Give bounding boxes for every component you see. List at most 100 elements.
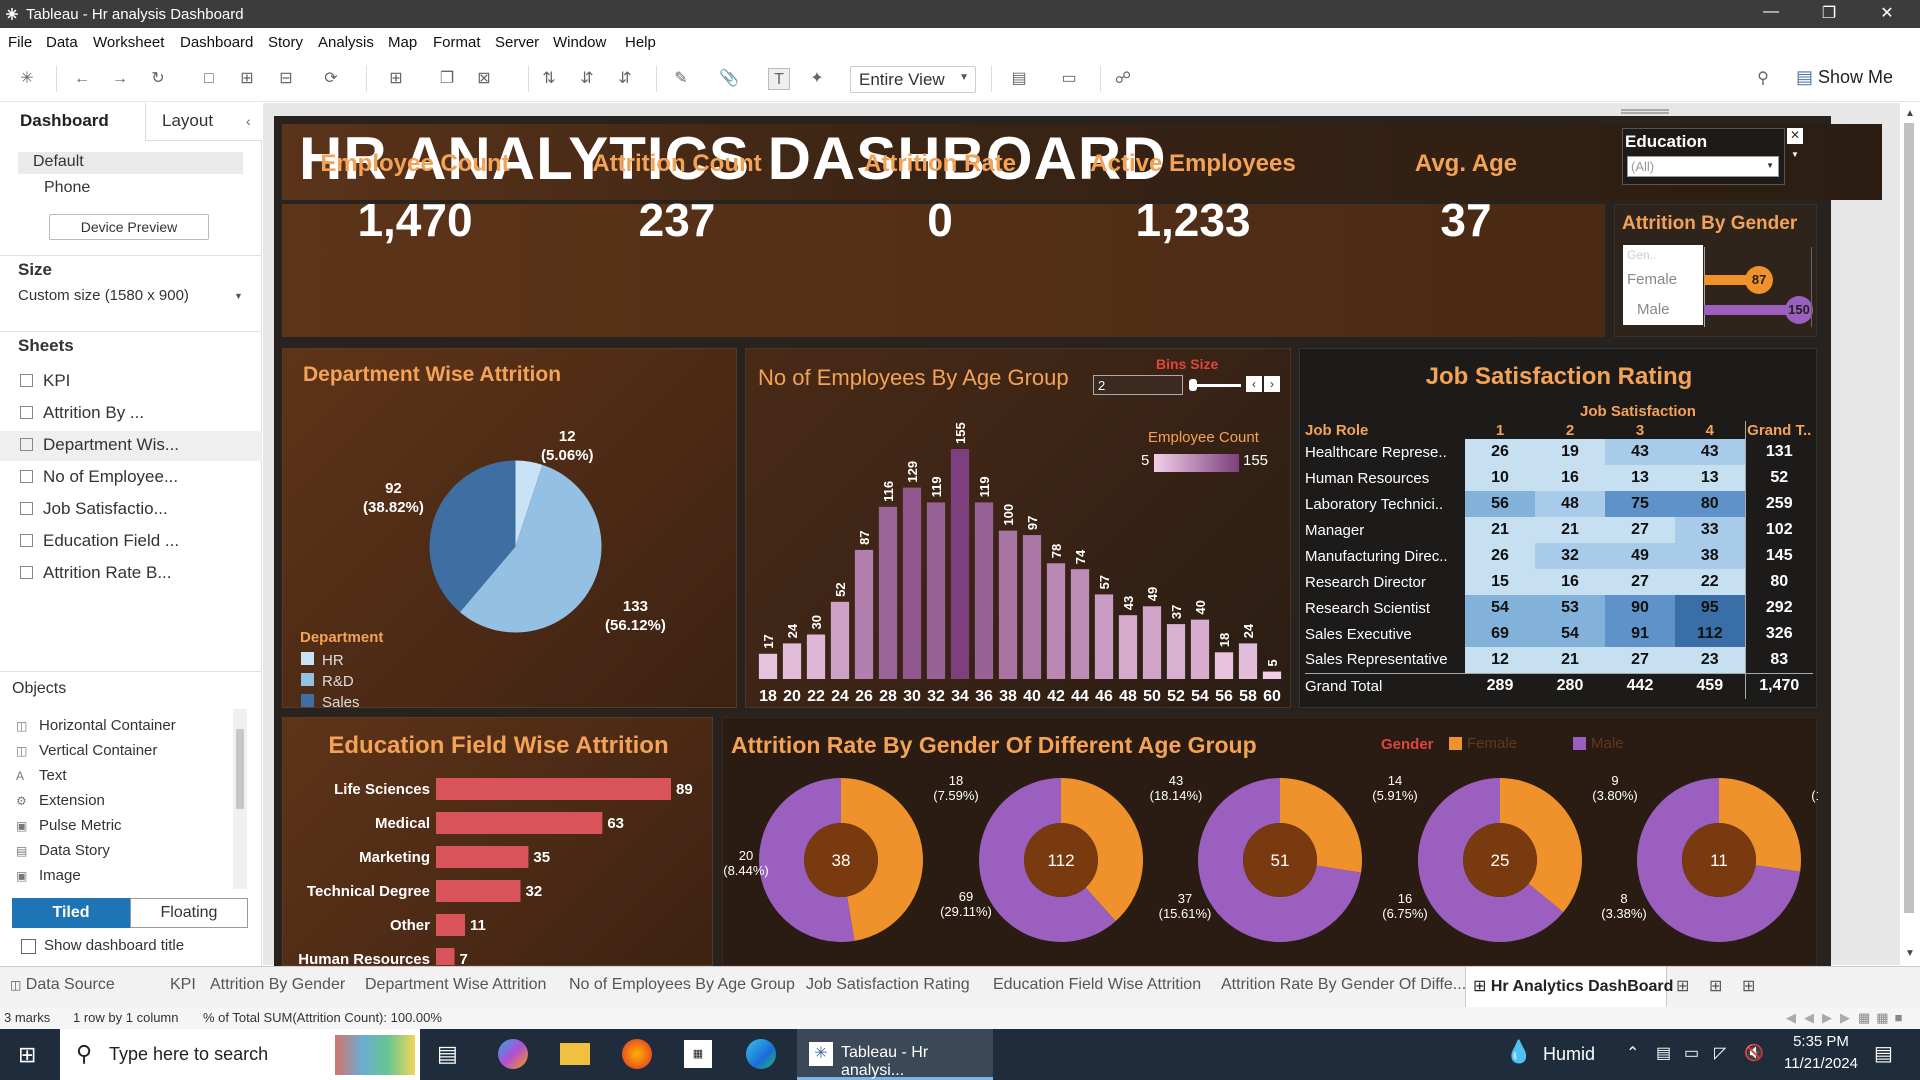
replay-icon[interactable]: ↻	[147, 68, 169, 90]
tab-department-wise[interactable]: Department Wise Attrition	[365, 976, 546, 994]
heatmap-cell[interactable]: 13	[1675, 465, 1745, 491]
grand-total-row[interactable]: Grand Total 289 280 442 459 1,470	[1305, 673, 1813, 699]
size-chevron-icon[interactable]: ▼	[234, 291, 243, 301]
row-total-cell[interactable]: 292	[1744, 595, 1813, 621]
show-me-button[interactable]: ▤ Show Me	[1796, 67, 1893, 88]
row-total-cell[interactable]: 145	[1744, 543, 1813, 569]
restore-icon[interactable]: ❐	[1814, 3, 1844, 23]
show-title-checkbox[interactable]	[21, 939, 36, 954]
tab-data-source[interactable]: ◫ Data Source	[10, 976, 115, 994]
edge-icon[interactable]	[746, 1039, 776, 1069]
legend-item[interactable]: HR	[301, 650, 360, 671]
heatmap-cell[interactable]: 10	[1465, 465, 1535, 491]
heatmap-cell[interactable]: 21	[1465, 517, 1535, 543]
redo-icon[interactable]: →	[109, 68, 131, 90]
table-row[interactable]: Healthcare Represe.. 26 19 43 43 131	[1305, 439, 1813, 465]
wifi-icon[interactable]: ◸	[1714, 1043, 1726, 1063]
scroll-down-icon[interactable]: ▼	[1905, 948, 1915, 959]
heatmap-cell[interactable]: 27	[1605, 569, 1675, 595]
row-total-cell[interactable]: 80	[1744, 569, 1813, 595]
menu-data[interactable]: Data	[46, 34, 78, 51]
show-cards-icon[interactable]: ▤	[1008, 68, 1030, 90]
object-image[interactable]: ▣ Image	[16, 867, 81, 884]
gender-donut-charts[interactable]: 38 18(7.59%) 20(8.44%) 112 43(18.14%) 69(29.1…	[723, 718, 1818, 967]
education-bar-chart[interactable]: Life Sciences 89 Medical 63 Marketing 35 Techn…	[283, 718, 713, 966]
clock-time[interactable]: 5:35 PM	[1776, 1033, 1866, 1050]
undo-icon[interactable]: ←	[71, 68, 93, 90]
drag-handle[interactable]	[1621, 109, 1669, 114]
objects-scrollbar[interactable]	[233, 709, 247, 889]
weather-label[interactable]: Humid	[1543, 1044, 1595, 1065]
heatmap-cell[interactable]: 90	[1605, 595, 1675, 621]
scroll-up-icon[interactable]: ▲	[1905, 108, 1915, 119]
firefox-icon[interactable]	[622, 1039, 652, 1069]
chevron-up-icon[interactable]: ⌃	[1626, 1043, 1639, 1063]
menu-window[interactable]: Window	[553, 34, 606, 51]
heatmap-cell[interactable]: 22	[1675, 569, 1745, 595]
tab-attrition-rate-gender[interactable]: Attrition Rate By Gender Of Diffe...	[1221, 976, 1466, 994]
heatmap-cell[interactable]: 112	[1675, 621, 1745, 647]
taskbar-tableau-app[interactable]: ✳ Tableau - Hr analysi...	[797, 1029, 993, 1080]
object-vertical-container[interactable]: ◫ Vertical Container	[16, 742, 157, 759]
minimize-icon[interactable]: —	[1756, 3, 1786, 21]
volume-icon[interactable]: 🔇	[1744, 1043, 1764, 1063]
sheet-item[interactable]: Department Wis...	[20, 435, 179, 455]
menu-help[interactable]: Help	[625, 34, 656, 51]
sort-descending-icon[interactable]: ⇵	[614, 68, 636, 90]
menu-file[interactable]: File	[8, 34, 32, 51]
row-total-cell[interactable]: 259	[1744, 491, 1813, 517]
meet-icon[interactable]: ▤	[1656, 1043, 1671, 1063]
tab-attrition-by-gender[interactable]: Attrition By Gender	[210, 976, 345, 994]
tab-layout[interactable]: Layout	[162, 111, 213, 131]
education-filter[interactable]: Education (All) ▼	[1622, 128, 1785, 185]
heatmap-cell[interactable]: 27	[1605, 647, 1675, 673]
copilot-icon[interactable]	[498, 1039, 528, 1069]
table-row[interactable]: Sales Executive 69 54 91 112 326	[1305, 621, 1813, 647]
group-icon[interactable]: 📎	[718, 68, 740, 90]
education-dropdown[interactable]: (All) ▼	[1627, 156, 1779, 177]
tab-employees-by-age[interactable]: No of Employees By Age Group	[569, 976, 795, 994]
close-filter-icon[interactable]: ✕	[1787, 128, 1803, 144]
legend-item[interactable]: Sales	[301, 692, 360, 713]
heatmap-cell[interactable]: 21	[1535, 517, 1605, 543]
heatmap-cell[interactable]: 91	[1605, 621, 1675, 647]
heatmap-cell[interactable]: 13	[1605, 465, 1675, 491]
heatmap-cell[interactable]: 43	[1675, 439, 1745, 465]
canvas-scrollbar[interactable]: ▲ ▼	[1900, 103, 1920, 965]
menu-story[interactable]: Story	[268, 34, 303, 51]
heatmap-cell[interactable]: 16	[1535, 465, 1605, 491]
row-total-cell[interactable]: 52	[1744, 465, 1813, 491]
heatmap-cell[interactable]: 33	[1675, 517, 1745, 543]
swap-icon[interactable]: ⇅	[538, 68, 560, 90]
sheet-item[interactable]: Attrition By ...	[20, 403, 144, 423]
pin-axis-icon[interactable]: ✦	[806, 68, 828, 90]
tab-kpi[interactable]: KPI	[170, 976, 196, 994]
new-story-tab-icon[interactable]: ⊞	[1742, 976, 1755, 996]
clear-sheet-icon[interactable]: ⊠	[473, 68, 495, 90]
notifications-icon[interactable]: ▤	[1874, 1041, 1893, 1066]
menu-format[interactable]: Format	[433, 34, 481, 51]
floating-button[interactable]: Floating	[130, 898, 248, 928]
battery-icon[interactable]: ▭	[1684, 1043, 1699, 1063]
table-row[interactable]: Manufacturing Direc.. 26 32 49 38 145	[1305, 543, 1813, 569]
heatmap-cell[interactable]: 75	[1605, 491, 1675, 517]
object-horizontal-container[interactable]: ◫ Horizontal Container	[16, 717, 176, 734]
taskbar-search[interactable]: ⚲ Type here to search	[60, 1029, 420, 1080]
row-total-cell[interactable]: 83	[1744, 647, 1813, 673]
device-preview-button[interactable]: Device Preview	[49, 214, 209, 240]
heatmap-cell[interactable]: 32	[1535, 543, 1605, 569]
heatmap-cell[interactable]: 26	[1465, 543, 1535, 569]
sheet-item[interactable]: Education Field ...	[20, 531, 179, 551]
table-row[interactable]: Research Scientist 54 53 90 95 292	[1305, 595, 1813, 621]
new-dashboard-tab-icon[interactable]: ⊞	[1709, 976, 1722, 996]
refresh-icon[interactable]: ⟳	[320, 68, 342, 90]
duplicate-icon[interactable]: ❐	[436, 68, 458, 90]
age-histogram[interactable]: 17 18 24 20 30 22 52 24 87 26 116 28 129 30 119 32 155 34…	[746, 349, 1292, 709]
task-view-icon[interactable]: ▤	[437, 1041, 458, 1067]
legend-item[interactable]: R&D	[301, 671, 360, 692]
heatmap-cell[interactable]: 95	[1675, 595, 1745, 621]
object-pulse-metric[interactable]: ▣ Pulse Metric	[16, 817, 122, 834]
object-data-story[interactable]: ▤ Data Story	[16, 842, 110, 859]
table-row[interactable]: Sales Representative 12 21 27 23 83	[1305, 647, 1813, 673]
highlight-icon[interactable]: ✎	[670, 68, 692, 90]
